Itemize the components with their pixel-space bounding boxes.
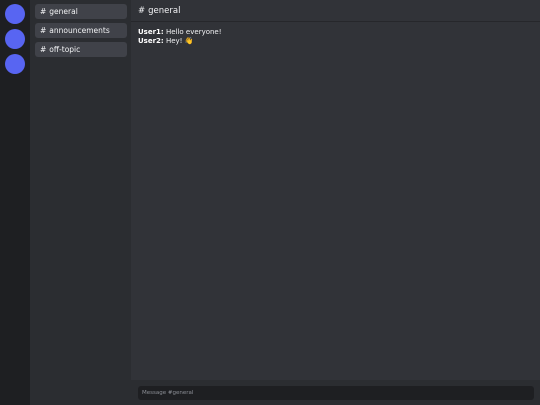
server-icon[interactable]	[5, 29, 25, 49]
message-list: User1: Hello everyone! User2: Hey! 👋	[131, 22, 540, 380]
hash-icon: #	[40, 26, 47, 35]
hash-icon: #	[40, 45, 47, 54]
server-rail	[0, 0, 30, 405]
server-icon[interactable]	[5, 4, 25, 24]
channel-sidebar: # general # announcements # off-topic	[30, 0, 131, 405]
message-author[interactable]: User2:	[138, 37, 164, 45]
hash-icon: #	[40, 7, 47, 16]
server-icon[interactable]	[5, 54, 25, 74]
message-author[interactable]: User1:	[138, 28, 164, 36]
channel-item-off-topic[interactable]: # off-topic	[35, 42, 127, 57]
channel-label: off-topic	[49, 45, 81, 54]
channel-label: announcements	[49, 26, 110, 35]
message: User2: Hey! 👋	[138, 37, 193, 46]
composer-bar	[131, 380, 540, 405]
message-text: Hey! 👋	[165, 37, 194, 45]
channel-title: general	[148, 6, 181, 16]
message: User1: Hello everyone!	[138, 28, 222, 37]
channel-item-announcements[interactable]: # announcements	[35, 23, 127, 38]
channel-item-general[interactable]: # general	[35, 4, 127, 19]
chat-main: # general User1: Hello everyone! User2: H…	[131, 0, 540, 405]
chat-header: # general	[131, 0, 540, 22]
message-input[interactable]	[138, 386, 534, 400]
hash-icon: #	[138, 6, 146, 16]
chat-app: # general # announcements # off-topic # gene…	[0, 0, 540, 405]
channel-label: general	[49, 7, 78, 16]
message-text: Hello everyone!	[165, 28, 222, 36]
